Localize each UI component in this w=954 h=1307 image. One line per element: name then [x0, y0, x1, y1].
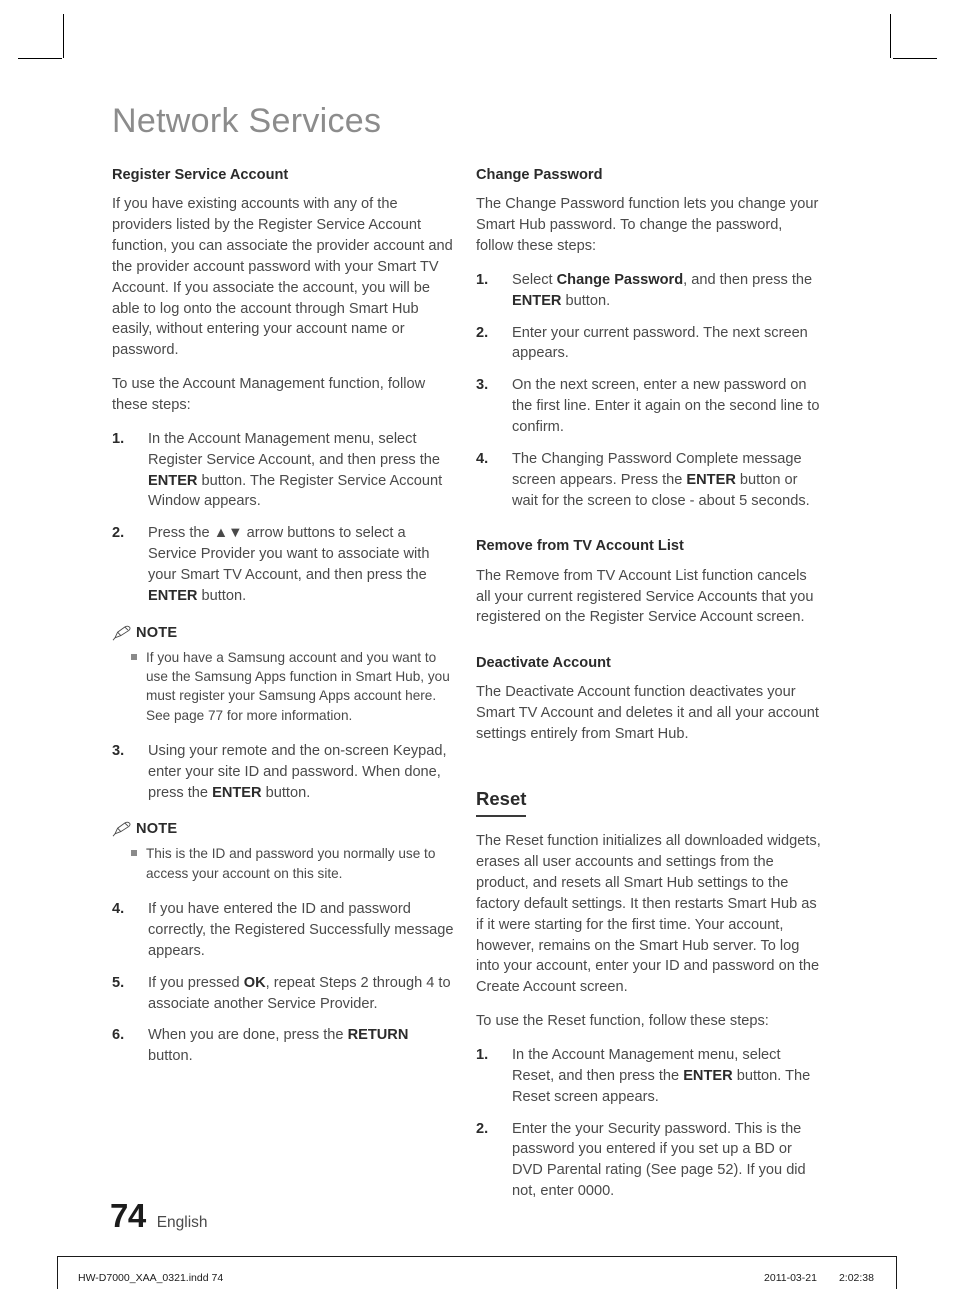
footer-divider: [57, 1256, 897, 1257]
bullet-square-icon: [131, 653, 137, 660]
step-number: 1.: [476, 1046, 489, 1063]
note-label: NOTE: [136, 821, 178, 838]
step-item: 3. On the next screen, enter a new passwo…: [476, 375, 821, 438]
heading-reset: Reset: [476, 788, 527, 818]
paragraph-deactivate-account: The Deactivate Account function deactiva…: [476, 684, 819, 743]
paragraph-reset-1: The Reset function initializes all downl…: [476, 833, 821, 996]
footer-date: 2011-03-21: [764, 1272, 817, 1284]
step-number: 6.: [112, 1027, 125, 1044]
step-item: 2. Press the ▲▼ arrow buttons to select a…: [112, 523, 457, 606]
paragraph-register-intro-1: If you have existing accounts with any o…: [112, 196, 453, 359]
note-block-samsung-account: NOTE If you have a Samsung account and y…: [112, 625, 457, 725]
note-items: This is the ID and password you normally…: [112, 844, 457, 883]
steps-register-1-2: 1. In the Account Management menu, select…: [112, 429, 457, 607]
note-item-text: If you have a Samsung account and you wa…: [146, 649, 450, 723]
step-number: 5.: [112, 974, 125, 991]
step-item: 2. Enter the your Security password. This…: [476, 1119, 821, 1202]
steps-register-4-6: 4. If you have entered the ID and passwor…: [112, 899, 457, 1067]
right-column: Change Password The Change Password func…: [476, 166, 821, 1215]
page-number: 74 English: [110, 1197, 208, 1235]
note-header: NOTE: [112, 625, 457, 641]
paragraph-remove-from-tv-account-list: The Remove from TV Account List function…: [476, 567, 814, 626]
step-text: If you have entered the ID and password …: [148, 901, 454, 959]
footer-time: 2:02:38: [838, 1272, 874, 1284]
footer-tick-right: [896, 1256, 897, 1289]
step-text: On the next screen, enter a new password…: [512, 377, 820, 435]
step-item: 4. The Changing Password Complete message…: [476, 449, 821, 512]
step-text: If you pressed OK, repeat Steps 2 throug…: [148, 974, 451, 1012]
step-text: Enter your current password. The next sc…: [512, 324, 808, 362]
step-number: 1.: [476, 271, 489, 288]
heading-change-password: Change Password: [476, 167, 603, 183]
heading-deactivate-account: Deactivate Account: [476, 655, 611, 672]
note-item-text: This is the ID and password you normally…: [146, 846, 436, 881]
note-header: NOTE: [112, 821, 457, 837]
bullet-square-icon: [131, 850, 137, 857]
left-column: Register Service Account If you have exi…: [112, 166, 457, 1080]
paragraph-reset-2: To use the Reset function, follow these …: [476, 1013, 769, 1030]
footer-file-name: HW-D7000_XAA_0321.indd 74: [78, 1272, 224, 1284]
step-item: 4. If you have entered the ID and passwor…: [112, 899, 457, 962]
step-text: Press the ▲▼ arrow buttons to select a S…: [148, 525, 430, 604]
step-text: In the Account Management menu, select R…: [512, 1046, 811, 1105]
step-number: 4.: [476, 450, 489, 467]
page-language: English: [156, 1214, 208, 1231]
step-text: When you are done, press the RETURN butt…: [148, 1027, 409, 1065]
step-number: 1.: [112, 430, 125, 447]
footer-timestamp: 2011-03-21 2:02:38: [764, 1272, 874, 1284]
step-item: 6. When you are done, press the RETURN bu…: [112, 1025, 457, 1067]
step-text: The Changing Password Complete message s…: [512, 450, 810, 509]
pencil-icon: [112, 822, 131, 837]
step-item: 1. In the Account Management menu, select…: [476, 1045, 821, 1108]
note-items: If you have a Samsung account and you wa…: [112, 648, 457, 725]
paragraph-register-intro-2: To use the Account Management function, …: [112, 376, 426, 413]
pencil-icon: [112, 625, 131, 641]
step-number: 2.: [112, 525, 125, 542]
step-number: 4.: [112, 901, 125, 918]
paragraph-change-password: The Change Password function lets you ch…: [476, 196, 819, 254]
step-text: In the Account Management menu, select R…: [148, 430, 443, 510]
step-number: 3.: [112, 742, 125, 759]
heading-remove-from-tv-account-list: Remove from TV Account List: [476, 538, 684, 555]
step-item: 2. Enter your current password. The next …: [476, 323, 821, 365]
step-number: 3.: [476, 377, 489, 394]
steps-change-password: 1. Select Change Password, and then press…: [476, 270, 821, 512]
step-item: 1. In the Account Management menu, select…: [112, 429, 457, 512]
note-block-site-credentials: NOTE This is the ID and password you nor…: [112, 821, 457, 883]
chapter-title: Network Services: [112, 102, 382, 140]
step-number: 2.: [476, 1120, 489, 1137]
step-text: Select Change Password, and then press t…: [512, 271, 813, 309]
note-item: If you have a Samsung account and you wa…: [112, 648, 457, 725]
step-text: Using your remote and the on-screen Keyp…: [148, 742, 447, 801]
reset-heading-wrap: Reset: [476, 758, 821, 831]
step-item: 1. Select Change Password, and then press…: [476, 270, 821, 312]
page-number-value: 74: [110, 1197, 146, 1234]
note-item: This is the ID and password you normally…: [112, 844, 457, 883]
step-text: Enter the your Security password. This i…: [512, 1120, 806, 1200]
manual-page: Network Services Register Service Accoun…: [0, 0, 954, 1307]
steps-register-3: 3. Using your remote and the on-screen Ke…: [112, 741, 457, 804]
heading-register-service-account: Register Service Account: [112, 167, 289, 183]
note-label: NOTE: [136, 624, 178, 641]
step-number: 2.: [476, 324, 489, 341]
step-item: 5. If you pressed OK, repeat Steps 2 thro…: [112, 973, 457, 1015]
footer-tick-left: [57, 1256, 58, 1289]
step-item: 3. Using your remote and the on-screen Ke…: [112, 741, 457, 804]
steps-reset: 1. In the Account Management menu, select…: [476, 1045, 821, 1202]
